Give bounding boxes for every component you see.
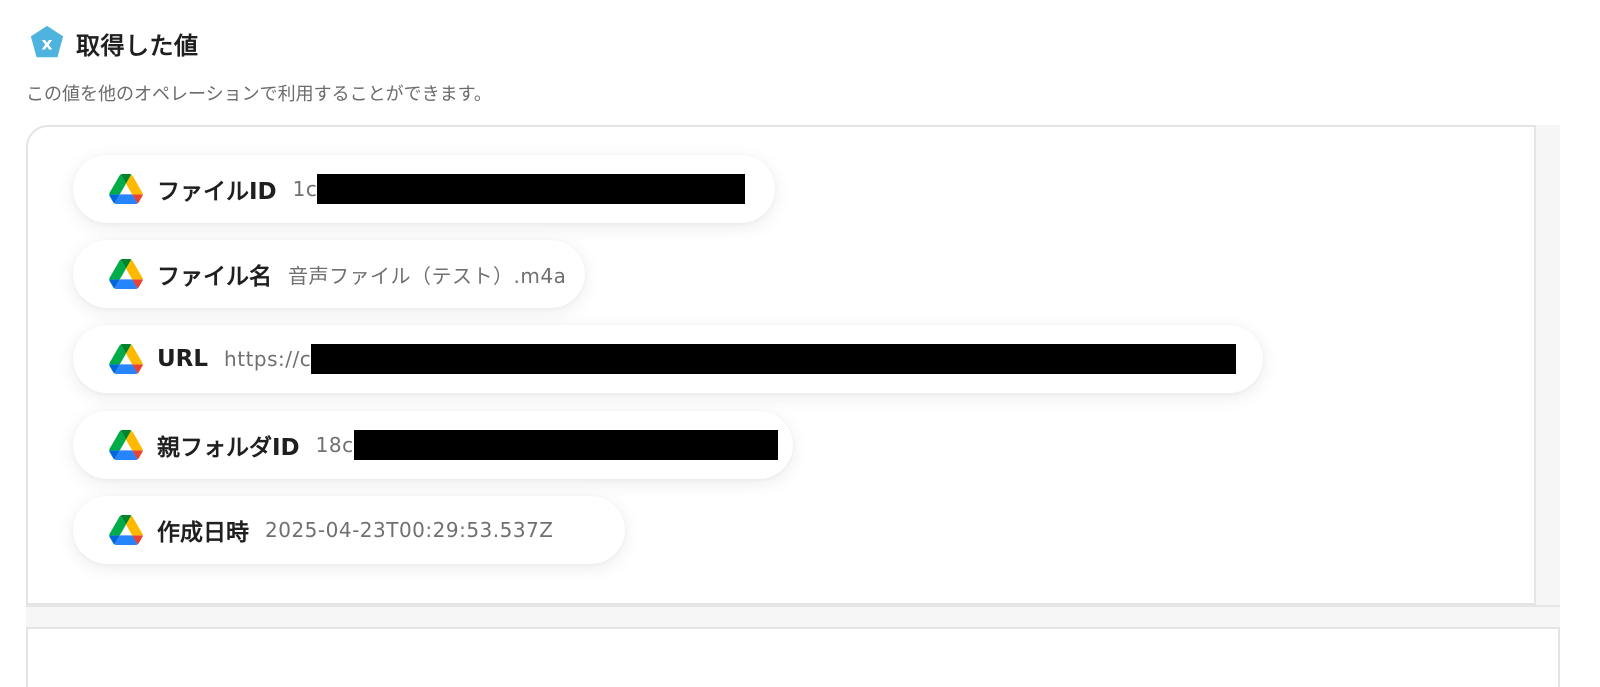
google-drive-icon — [109, 515, 143, 545]
value-label: 作成日時 — [157, 520, 249, 546]
value-text: 1c — [292, 177, 318, 201]
next-panel — [26, 627, 1560, 687]
value-label: ファイル名 — [157, 264, 272, 290]
redaction-bar — [353, 430, 778, 460]
section-description: この値を他のオペレーションで利用することができます。 — [26, 84, 492, 105]
value-text: 音声ファイル（テスト）.m4a — [288, 263, 567, 288]
google-drive-icon — [109, 259, 143, 289]
value-text: 18c — [315, 433, 354, 457]
value-label: URL — [157, 346, 209, 372]
redaction-bar — [317, 174, 746, 204]
google-drive-icon — [109, 344, 143, 374]
redaction-bar — [311, 344, 1237, 374]
google-drive-icon — [109, 174, 143, 204]
section-header: x 取得した値 — [28, 24, 199, 62]
variable-x-icon: x — [30, 25, 64, 58]
panel-scrollbar-track[interactable] — [1534, 125, 1560, 605]
panel-footer-band — [26, 605, 1560, 627]
svg-text:x: x — [41, 35, 52, 55]
value-chip-file-name[interactable]: ファイル名 音声ファイル（テスト）.m4a — [73, 240, 585, 308]
value-label: 親フォルダID — [157, 435, 300, 461]
value-chip-created-at[interactable]: 作成日時 2025-04-23T00:29:53.537Z — [73, 496, 625, 564]
value-text: 2025-04-23T00:29:53.537Z — [265, 518, 554, 542]
value-label: ファイルID — [157, 179, 277, 205]
value-text: https://c — [224, 347, 312, 371]
value-chip-file-id[interactable]: ファイルID 1c — [73, 155, 775, 223]
section-title: 取得した値 — [76, 31, 199, 60]
value-chip-parent-folder-id[interactable]: 親フォルダID 18c — [73, 411, 793, 479]
google-drive-icon — [109, 430, 143, 460]
value-chip-url[interactable]: URL https://c — [73, 325, 1263, 393]
